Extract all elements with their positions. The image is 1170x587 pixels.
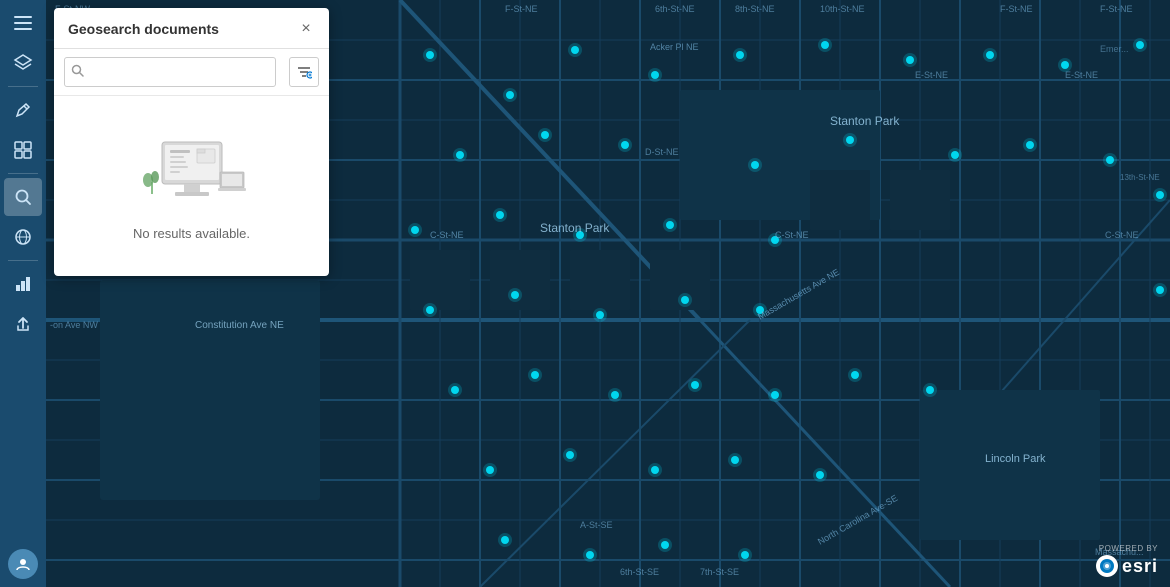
svg-text:F-St-NE: F-St-NE <box>1100 4 1133 14</box>
geosearch-panel: Geosearch documents × <box>54 8 329 276</box>
svg-text:6th-St-SE: 6th-St-SE <box>620 567 659 577</box>
layers-button[interactable] <box>4 44 42 82</box>
menu-button[interactable] <box>4 4 42 42</box>
divider-2 <box>8 173 38 174</box>
close-button[interactable]: × <box>295 18 317 40</box>
esri-powered-by-text: POWERED BY <box>1099 544 1158 553</box>
share-button[interactable] <box>4 305 42 343</box>
svg-text:F-St-NE: F-St-NE <box>505 4 538 14</box>
svg-text:Emer...: Emer... <box>1100 44 1129 54</box>
svg-text:F-St-NE: F-St-NE <box>1000 4 1033 14</box>
geosearch-title: Geosearch documents <box>68 21 219 37</box>
chart-button[interactable] <box>4 265 42 303</box>
esri-name-text: esri <box>1122 556 1158 577</box>
svg-text:13th-St-NE: 13th-St-NE <box>1120 173 1160 182</box>
search-row <box>54 49 329 96</box>
svg-text:8th-St-NE: 8th-St-NE <box>735 4 775 14</box>
divider-3 <box>8 260 38 261</box>
svg-text:7th-St-SE: 7th-St-SE <box>700 567 739 577</box>
svg-text:Stanton Park: Stanton Park <box>540 221 610 235</box>
svg-text:E-St-NE: E-St-NE <box>915 70 948 80</box>
search-input-wrapper <box>64 57 283 87</box>
svg-text:Stanton Park: Stanton Park <box>830 114 900 128</box>
svg-text:-on Ave NW: -on Ave NW <box>50 320 98 330</box>
svg-text:E-St-NE: E-St-NE <box>1065 70 1098 80</box>
esri-branding: POWERED BY esri <box>1096 544 1158 577</box>
svg-text:6th-St-NE: 6th-St-NE <box>655 4 695 14</box>
svg-text:Lincoln Park: Lincoln Park <box>985 453 1046 465</box>
svg-text:Constitution Ave NE: Constitution Ave NE <box>195 320 284 331</box>
filter-button[interactable] <box>289 57 319 87</box>
svg-text:Acker Pl NE: Acker Pl NE <box>650 42 699 52</box>
draw-button[interactable] <box>4 91 42 129</box>
geosearch-header: Geosearch documents × <box>54 8 329 49</box>
geosearch-body: No results available. <box>54 96 329 276</box>
svg-text:C-St-NE: C-St-NE <box>775 230 809 240</box>
no-results-illustration <box>132 122 252 212</box>
svg-text:A-St-SE: A-St-SE <box>580 520 613 530</box>
widget-button[interactable] <box>4 131 42 169</box>
svg-text:C-St-NE: C-St-NE <box>430 230 464 240</box>
sidebar <box>0 0 46 587</box>
divider-1 <box>8 86 38 87</box>
svg-text:C-St-NE: C-St-NE <box>1105 230 1139 240</box>
svg-text:10th-St-NE: 10th-St-NE <box>820 4 865 14</box>
globe-button[interactable] <box>4 218 42 256</box>
esri-logo-container: esri <box>1096 555 1158 577</box>
search-input[interactable] <box>64 57 276 87</box>
no-results-text: No results available. <box>133 226 250 241</box>
search-button[interactable] <box>4 178 42 216</box>
esri-icon <box>1096 555 1118 577</box>
svg-text:D-St-NE: D-St-NE <box>645 147 679 157</box>
avatar[interactable] <box>8 549 38 579</box>
